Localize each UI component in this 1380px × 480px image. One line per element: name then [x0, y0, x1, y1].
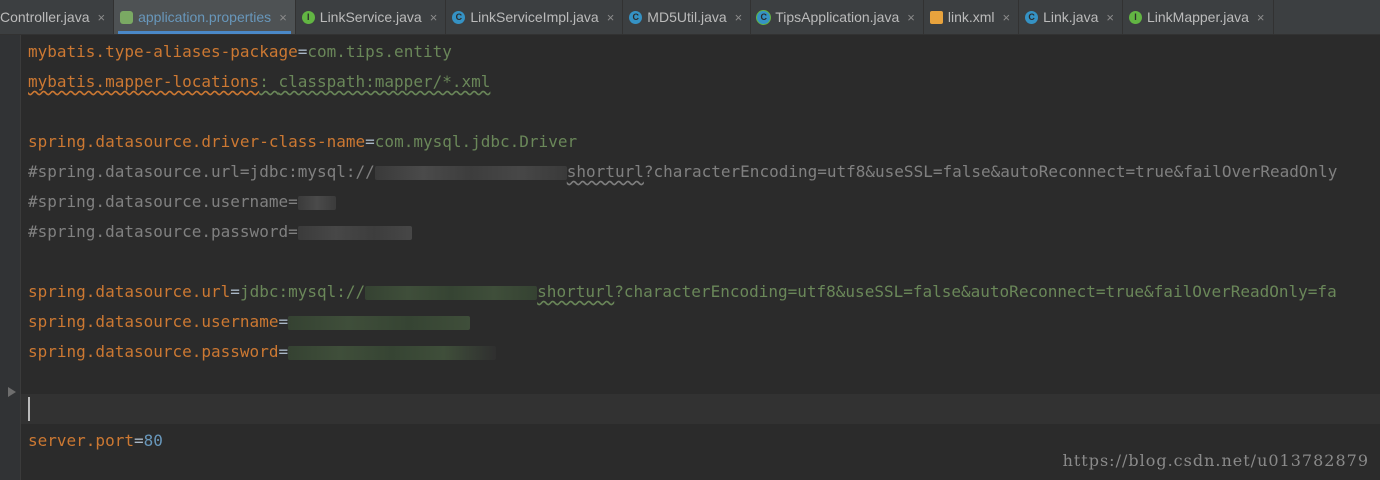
property-value: ?characterEncoding=utf8&useSSL=false&aut… [614, 282, 1337, 301]
property-separator: = [297, 42, 308, 61]
redacted-host [365, 285, 538, 300]
xml-icon [929, 10, 943, 24]
tab-label: LinkMapper.java [1146, 9, 1249, 25]
property-key: spring.datasource.password [28, 342, 279, 361]
tab-linkservice-java[interactable]: I LinkService.java × [296, 0, 447, 34]
tab-label: TipsApplication.java [775, 9, 900, 25]
close-icon[interactable]: × [607, 10, 615, 25]
tab-label: Controller.java [0, 9, 90, 25]
close-icon[interactable]: × [735, 10, 743, 25]
tab-controller-java[interactable]: Controller.java × [0, 0, 115, 34]
current-line-highlight [21, 394, 1380, 424]
comment-text: #spring.datasource.password= [28, 222, 298, 241]
close-icon[interactable]: × [907, 10, 915, 25]
tab-md5util-java[interactable]: C MD5Util.java × [623, 0, 752, 34]
tab-label: link.xml [947, 9, 995, 25]
property-separator: : [259, 72, 279, 91]
close-icon[interactable]: × [430, 10, 438, 25]
tab-link-xml[interactable]: link.xml × [924, 0, 1020, 34]
tab-link-java[interactable]: C Link.java × [1019, 0, 1123, 34]
properties-icon [120, 10, 134, 24]
property-separator: = [278, 342, 289, 361]
comment-text: #spring.datasource.url=jdbc:mysql:// [28, 162, 375, 181]
tab-label: Link.java [1043, 9, 1099, 25]
comment-line: #spring.datasource.password= [28, 217, 412, 247]
property-key: server.port [28, 431, 134, 450]
property-key: spring.datasource.url [28, 282, 231, 301]
redacted-host [374, 165, 567, 180]
code-line: mybatis.type-aliases-package=com.tips.en… [28, 37, 452, 67]
watermark: https://blog.csdn.net/u013782879 [1062, 451, 1369, 470]
comment-line: #spring.datasource.username= [28, 187, 336, 217]
property-value: shorturl [537, 282, 615, 301]
property-separator: = [133, 431, 144, 450]
redacted-password [297, 225, 412, 240]
redacted-username [297, 195, 336, 210]
spring-app-icon: C [757, 10, 771, 24]
code-line: spring.datasource.password= [28, 337, 497, 367]
comment-text: ?characterEncoding=utf8&useSSL=false&aut… [643, 162, 1338, 181]
property-value: com.mysql.jdbc.Driver [374, 132, 578, 151]
editor-gutter [0, 35, 21, 480]
class-icon: C [452, 10, 466, 24]
fold-arrow-icon[interactable] [8, 387, 16, 397]
property-key: mybatis.mapper-locations [28, 72, 260, 91]
redacted-username [288, 315, 471, 330]
tab-label: MD5Util.java [647, 9, 727, 25]
property-value: com.tips.entity [307, 42, 452, 61]
code-line: spring.datasource.url=jdbc:mysql:// short… [28, 277, 1337, 307]
class-icon: C [629, 10, 643, 24]
close-icon[interactable]: × [279, 10, 287, 25]
tab-label: LinkServiceImpl.java [470, 9, 599, 25]
text-caret [28, 397, 30, 421]
editor-tab-bar: Controller.java × application.properties… [0, 0, 1380, 35]
close-icon[interactable]: × [1257, 10, 1265, 25]
tab-application-properties[interactable]: application.properties × [114, 0, 296, 34]
code-line: mybatis.mapper-locations: classpath:mapp… [28, 67, 490, 97]
close-icon[interactable]: × [1003, 10, 1011, 25]
code-editor[interactable]: mybatis.type-aliases-package=com.tips.en… [0, 35, 1380, 480]
property-value: classpath:mapper/*.xml [278, 72, 491, 91]
property-key: mybatis.type-aliases-package [28, 42, 298, 61]
comment-text: shorturl [566, 162, 644, 181]
class-icon: C [1025, 10, 1039, 24]
property-separator: = [278, 312, 289, 331]
close-icon[interactable]: × [1106, 10, 1114, 25]
property-separator: = [365, 132, 375, 151]
property-separator: = [230, 282, 240, 301]
property-key: spring.datasource.username [28, 312, 279, 331]
tab-linkmapper-java[interactable]: I LinkMapper.java × [1123, 0, 1274, 34]
comment-text: #spring.datasource.username= [28, 192, 298, 211]
tab-linkserviceimpl-java[interactable]: C LinkServiceImpl.java × [446, 0, 624, 34]
code-line: spring.datasource.username= [28, 307, 471, 337]
code-line: spring.datasource.driver-class-name=com.… [28, 127, 577, 157]
tab-tipsapplication-java[interactable]: C TipsApplication.java × [751, 0, 924, 34]
close-icon[interactable]: × [98, 10, 106, 25]
interface-icon: I [1128, 10, 1142, 24]
tab-label: LinkService.java [319, 9, 422, 25]
redacted-password [288, 345, 497, 360]
tab-label: application.properties [138, 9, 272, 25]
property-key: spring.datasource.driver-class-name [28, 132, 366, 151]
interface-icon: I [301, 10, 315, 24]
comment-line: #spring.datasource.url=jdbc:mysql:// shor… [28, 157, 1337, 187]
property-value: 80 [143, 431, 163, 450]
property-value: jdbc:mysql:// [239, 282, 366, 301]
code-line: server.port=80 [28, 426, 163, 456]
